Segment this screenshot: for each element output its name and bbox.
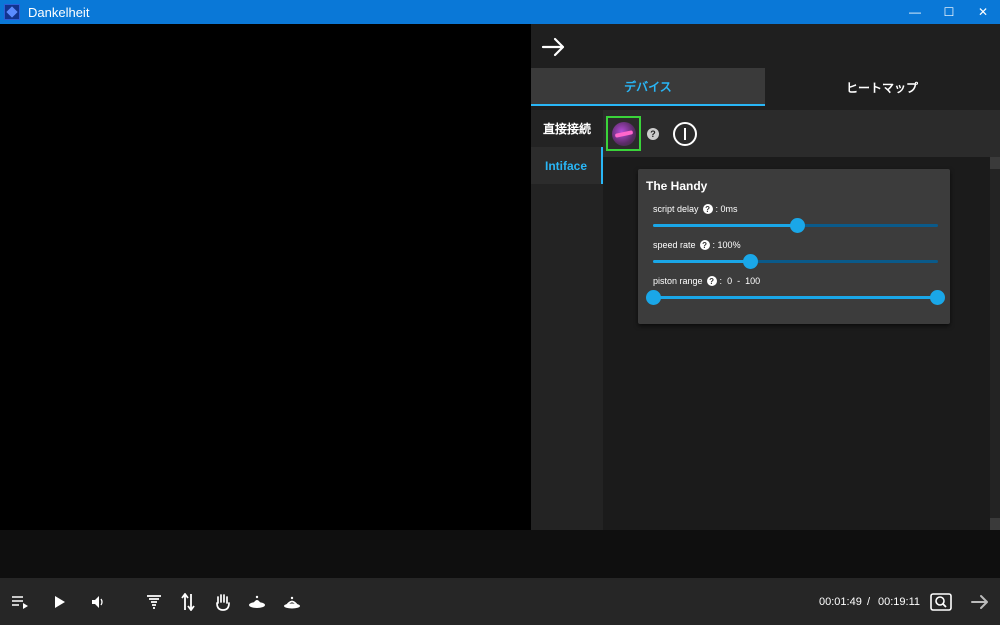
setting-label: piston range — [653, 276, 703, 286]
tab-heatmap[interactable]: ヒートマップ — [765, 68, 999, 106]
current-time: 00:01:49 — [819, 595, 862, 608]
colon: : — [719, 276, 728, 286]
slider-thumb[interactable] — [789, 218, 805, 233]
play-icon[interactable] — [48, 578, 72, 625]
tab-bar: デバイス ヒートマップ — [531, 68, 1000, 106]
arrow-right-icon[interactable] — [541, 34, 567, 60]
ufo-icon[interactable] — [245, 578, 269, 625]
tab-device[interactable]: デバイス — [531, 68, 765, 106]
side-panel: デバイス ヒートマップ 直接接続 Intiface ? The Handy sc… — [531, 24, 1000, 530]
minimize-button[interactable]: — — [898, 0, 932, 24]
app-icon — [4, 4, 20, 20]
setting-script-delay: script delay ? : 0ms — [653, 203, 938, 233]
maximize-button[interactable]: ☐ — [932, 0, 966, 24]
setting-piston-range: piston range ? : 0 - 100 — [646, 275, 945, 305]
range-fill — [653, 296, 938, 299]
time-separator: / — [867, 595, 871, 608]
help-icon[interactable]: ? — [706, 276, 717, 286]
device-card: The Handy script delay ? : 0ms speed rat… — [638, 169, 950, 324]
tornado-icon[interactable] — [142, 578, 166, 625]
slider-thumb[interactable] — [742, 254, 758, 269]
arrow-right-icon[interactable] — [968, 578, 992, 625]
slider-track[interactable] — [653, 218, 938, 233]
zoom-icon[interactable] — [930, 578, 952, 625]
sidebar-item-intiface[interactable]: Intiface — [531, 147, 603, 184]
slider-fill — [653, 260, 750, 263]
setting-speed-rate: speed rate ? : 100% — [653, 239, 938, 269]
range-track[interactable] — [646, 290, 945, 305]
scrollbar-down[interactable] — [990, 518, 1000, 530]
window-title: Dankelheit — [28, 4, 90, 20]
device-settings-area: The Handy script delay ? : 0ms speed rat… — [603, 157, 1000, 530]
range-thumb-max[interactable] — [930, 290, 945, 305]
setting-label: script delay — [653, 204, 699, 214]
volume-icon[interactable] — [86, 578, 110, 625]
wave-icon[interactable] — [280, 578, 304, 625]
scrollbar-up[interactable] — [990, 157, 1000, 169]
video-area[interactable] — [0, 24, 531, 530]
device-button[interactable] — [606, 116, 641, 151]
scrollbar[interactable] — [990, 157, 1000, 530]
range-thumb-min[interactable] — [646, 290, 661, 305]
device-thumbnail — [611, 121, 636, 146]
help-icon[interactable]: ? — [699, 240, 710, 250]
title-bar: Dankelheit — ☐ ✕ — [0, 0, 1000, 24]
playlist-icon[interactable] — [8, 578, 32, 625]
stroke-direction-icon[interactable] — [176, 578, 200, 625]
connection-sidebar: 直接接続 Intiface — [531, 110, 603, 530]
slider-fill — [653, 224, 797, 227]
device-toolbar: ? — [603, 110, 1000, 157]
setting-label: speed rate — [653, 240, 696, 250]
setting-value: 0ms — [720, 204, 738, 214]
help-icon[interactable]: ? — [702, 204, 713, 214]
close-button[interactable]: ✕ — [966, 0, 1000, 24]
sidebar-item-direct[interactable]: 直接接続 — [531, 110, 603, 147]
device-name: The Handy — [646, 179, 708, 193]
power-icon[interactable] — [673, 121, 697, 146]
total-time: 00:19:11 — [878, 595, 921, 608]
hand-icon[interactable] — [211, 578, 235, 625]
setting-value: 0 - 100 — [727, 276, 761, 286]
player-controls: 00:01:49 / 00:19:11 — [0, 578, 1000, 625]
help-icon[interactable]: ? — [647, 127, 659, 140]
slider-track[interactable] — [653, 254, 938, 269]
seek-area[interactable] — [0, 530, 1000, 578]
setting-value: 100% — [717, 240, 741, 250]
